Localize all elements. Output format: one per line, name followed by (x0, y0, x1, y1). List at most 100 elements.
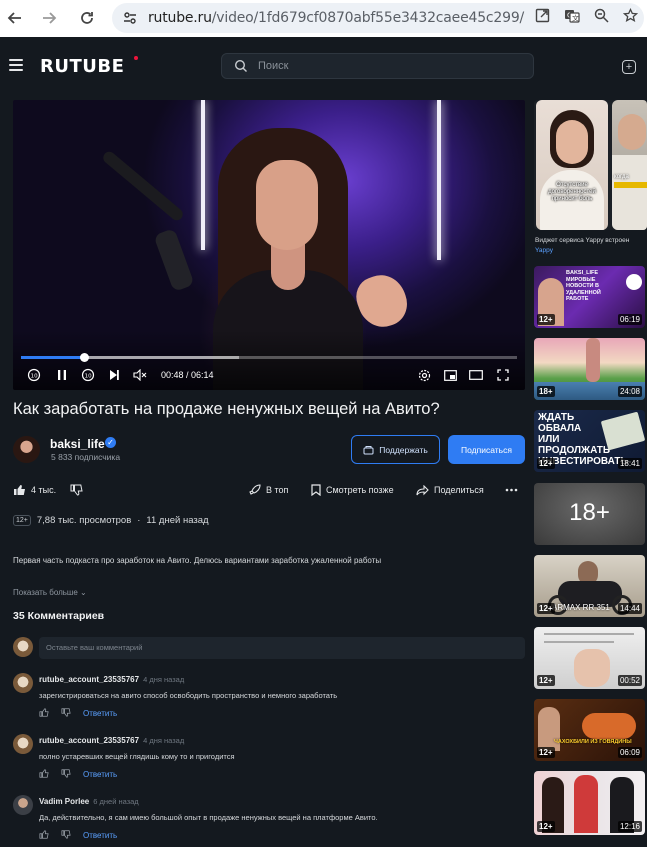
browser-toolbar: rutube.ru/video/1fd679cf0870abf55e3432ca… (0, 0, 647, 37)
card-age-rating: 12+ (537, 603, 555, 614)
recommended-video-card[interactable]: BAKSI_LIFE МИРОВЫЕ НОВОСТИ В УДАЛЕННОЙ Р… (534, 266, 645, 328)
comment-author[interactable]: Vadim Porlee 6 дней назад (39, 797, 139, 806)
thumbs-down-icon[interactable] (61, 708, 71, 719)
seek-bar[interactable] (21, 353, 517, 362)
yappy-widget-title: Виджет сервиса Yappy встроен (535, 237, 630, 244)
yappy-clip[interactable]: когда (612, 100, 647, 230)
comment-text: зарегистрироваться на авито способ освоб… (39, 691, 338, 700)
card-duration: 18:41 (617, 458, 642, 469)
video-description: Первая часть подкаста про заработок на А… (13, 556, 382, 565)
comment-author-name: rutube_account_23535767 (39, 736, 140, 745)
svg-text:文: 文 (572, 13, 579, 22)
recommended-video-card[interactable]: 18+ 24:08 (534, 338, 645, 400)
video-stats: 12+ 7,88 тыс. просмотров · 11 дней назад (13, 515, 209, 526)
thumbs-up-icon[interactable] (39, 830, 49, 841)
channel-name[interactable]: baksi_life (50, 437, 105, 451)
recommended-video-card[interactable]: 12+ 12:16 (534, 771, 645, 835)
thumbs-down-icon (70, 484, 83, 496)
like-button[interactable]: 4 тыс. (13, 482, 56, 498)
time-display: 00:48 / 06:14 (161, 370, 214, 380)
card-age-rating: 12+ (537, 314, 555, 325)
pause-icon[interactable] (53, 366, 71, 384)
yappy-link[interactable]: Yappy (535, 247, 553, 254)
recommended-video-card[interactable]: 18+ (534, 483, 645, 545)
to-top-button[interactable]: В топ (249, 482, 288, 498)
forward-icon[interactable] (34, 3, 64, 33)
video-player[interactable]: 10 10 00:48 / 06:14 (13, 100, 525, 390)
yappy-caption: Отсутствие договоренностей приносит боль (548, 182, 596, 202)
subscribe-button[interactable]: Подписаться (448, 435, 525, 464)
more-options-icon[interactable] (505, 482, 518, 498)
channel-avatar[interactable] (13, 436, 40, 463)
back-icon[interactable] (0, 3, 30, 33)
menu-icon[interactable] (9, 59, 23, 71)
watch-later-label: Смотреть позже (326, 485, 394, 495)
yappy-widget[interactable]: Отсутствие договоренностей приносит боль… (534, 100, 647, 230)
theater-mode-icon[interactable] (467, 366, 485, 384)
card-duration: 06:09 (617, 747, 642, 758)
card-duration: 12:16 (617, 821, 642, 832)
comment-author[interactable]: rutube_account_23535767 4 дня назад (39, 675, 184, 684)
reply-button[interactable]: Ответить (83, 709, 117, 718)
card-age-rating: 12+ (537, 675, 555, 686)
show-more-link[interactable]: Показать больше ⌄ (13, 588, 87, 597)
share-button[interactable]: Поделиться (416, 482, 484, 498)
share-label: Поделиться (434, 485, 484, 495)
rocket-icon (249, 484, 261, 495)
upload-plus-icon[interactable]: + (622, 60, 636, 74)
settings-gear-icon[interactable] (415, 366, 433, 384)
comment-input[interactable]: Оставьте ваш комментарий (39, 637, 525, 659)
card-overlay-text: ARMAX RR 351 (552, 603, 610, 612)
comment-avatar[interactable] (13, 795, 33, 815)
age-rating-badge: 12+ (13, 515, 31, 526)
pip-icon[interactable] (441, 366, 459, 384)
comment-text: полно устаревших вещей глядишь кому то и… (39, 752, 235, 761)
yappy-clip[interactable]: Отсутствие договоренностей приносит боль (536, 100, 608, 230)
reload-icon[interactable] (72, 3, 102, 33)
card-duration: 24:08 (617, 386, 642, 397)
recommended-video-card[interactable]: ARMAX RR 351 12+ 14:44 (534, 555, 645, 617)
url-text: rutube.ru/video/1fd679cf0870abf55e3432ca… (148, 10, 524, 26)
site-settings-icon[interactable] (116, 4, 144, 32)
rewind-10-icon[interactable]: 10 (25, 366, 43, 384)
bookmark-star-icon[interactable] (622, 7, 639, 28)
share-icon (416, 484, 429, 495)
forward-10-icon[interactable]: 10 (79, 366, 97, 384)
comment-author[interactable]: rutube_account_23535767 4 дня назад (39, 736, 184, 745)
comment-avatar[interactable] (13, 673, 33, 693)
next-video-icon[interactable] (105, 366, 123, 384)
address-bar[interactable]: rutube.ru/video/1fd679cf0870abf55e3432ca… (112, 3, 644, 33)
open-in-app-icon[interactable] (535, 8, 550, 28)
comment-author-name: Vadim Porlee (39, 797, 90, 806)
reply-button[interactable]: Ответить (83, 831, 117, 840)
recommended-video-card[interactable]: ЧАХОХБИЛИ ИЗ ГОВЯДИНЫ 12+ 06:09 (534, 699, 645, 761)
support-button[interactable]: Поддержать (351, 435, 440, 464)
thumbs-up-icon[interactable] (39, 708, 49, 719)
search-input[interactable]: Поиск (221, 53, 534, 79)
translate-icon[interactable]: G文 (564, 8, 580, 29)
dislike-button[interactable] (70, 482, 83, 498)
card-age-rating: 12+ (537, 458, 555, 469)
recommended-video-card[interactable]: 12+ 00:52 (534, 627, 645, 689)
recommended-video-card[interactable]: ЖДАТЬ ОБВАЛА ИЛИ ПРОДОЛЖАТЬ ИНВЕСТИРОВАТ… (534, 410, 645, 472)
zoom-icon[interactable] (594, 8, 609, 28)
rutube-logo[interactable]: RUTUBE (40, 56, 124, 77)
mute-icon[interactable] (131, 366, 149, 384)
watch-later-button[interactable]: Смотреть позже (311, 482, 394, 498)
fullscreen-icon[interactable] (494, 366, 512, 384)
card-age-rating: 18+ (537, 386, 555, 397)
thumbs-up-icon (14, 485, 25, 495)
thumbs-down-icon[interactable] (61, 830, 71, 841)
thumbs-down-icon[interactable] (61, 769, 71, 780)
thumbs-up-icon[interactable] (39, 769, 49, 780)
card-overlay-text: ЧАХОХБИЛИ ИЗ ГОВЯДИНЫ (554, 739, 632, 745)
to-top-label: В топ (266, 485, 289, 495)
comment-avatar[interactable] (13, 734, 33, 754)
subscriber-count: 5 833 подписчика (51, 452, 121, 462)
reply-button[interactable]: Ответить (83, 770, 117, 779)
likes-count: 4 тыс. (31, 485, 57, 495)
verified-badge-icon: ✓ (105, 437, 116, 448)
card-duration: 06:19 (617, 314, 642, 325)
yappy-caption: когда (614, 174, 629, 180)
support-icon (363, 445, 374, 454)
